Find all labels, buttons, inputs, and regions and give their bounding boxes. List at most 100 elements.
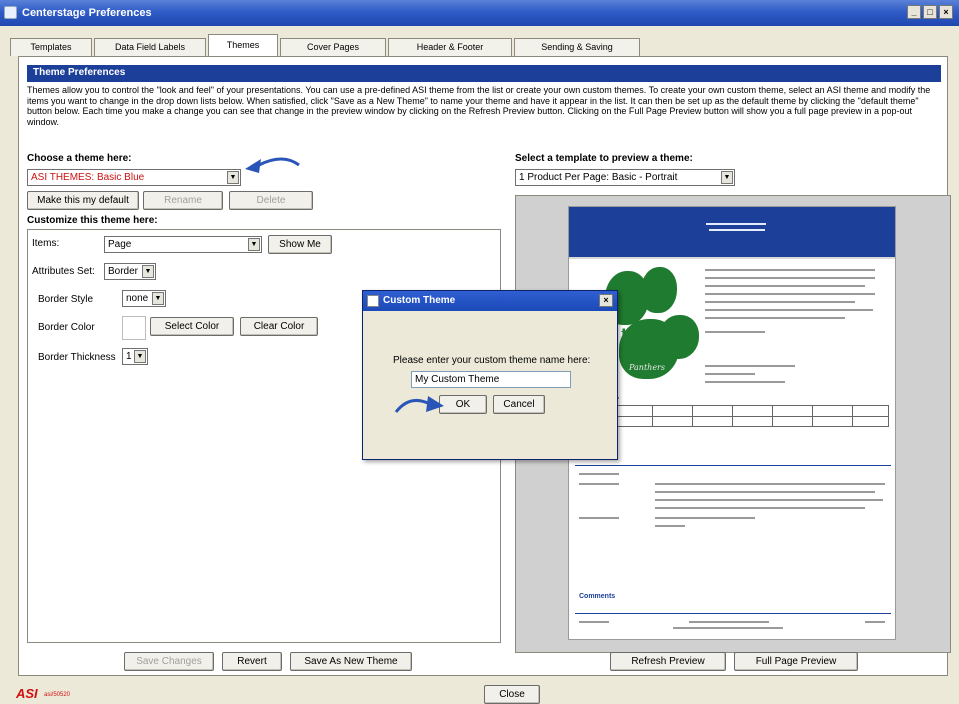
choose-theme-label: Choose a theme here: [27,153,132,164]
chevron-down-icon: ▼ [227,171,239,184]
logo-text-line1: theme [621,325,674,343]
border-style-select[interactable]: none ▼ [122,290,166,307]
footer-line [673,627,783,629]
pricing-table-cell [812,406,813,426]
close-button[interactable]: Close [484,685,540,704]
close-icon[interactable]: × [939,5,953,19]
footer-line [689,621,769,623]
asi-logo: ASI [16,686,38,701]
attributes-select-value: Border [108,266,139,277]
preview-header [569,207,895,259]
annotation-arrow-icon [245,157,300,173]
footer-divider [575,613,891,614]
description-line [705,309,873,311]
custom-theme-dialog: Custom Theme × Please enter your custom … [362,290,618,460]
spec-line [705,373,755,375]
preview-header-text [705,223,766,225]
tab-header-footer[interactable]: Header & Footer [388,38,512,56]
cancel-button[interactable]: Cancel [493,395,545,414]
rename-button[interactable]: Rename [143,191,223,210]
description-line [705,331,765,333]
refresh-preview-button[interactable]: Refresh Preview [610,652,726,671]
dialog-titlebar: Custom Theme × [363,291,617,311]
description-line [705,293,875,295]
tab-data-field-labels[interactable]: Data Field Labels [94,38,206,56]
theme-select-value: ASI THEMES: Basic Blue [31,172,145,183]
description-line [705,317,845,319]
close-icon[interactable]: × [599,294,613,307]
intro-text: Themes allow you to control the "look an… [27,85,931,127]
pricing-table-cell [772,406,773,426]
full-page-preview-button[interactable]: Full Page Preview [734,652,858,671]
template-select[interactable]: 1 Product Per Page: Basic - Portrait ▼ [515,169,735,186]
items-select-value: Page [108,239,132,250]
description-line [705,277,875,279]
spec-line [705,365,795,367]
save-changes-button[interactable]: Save Changes [124,652,214,671]
preview-divider [569,257,895,259]
description-line [705,301,855,303]
border-thickness-label: Border Thickness [38,352,116,363]
imprint-label-line [579,517,619,519]
border-color-swatch [122,316,146,340]
tab-themes[interactable]: Themes [208,34,278,56]
imprint-label-line [579,473,619,475]
logo-text-line3: Panthers [629,363,665,372]
imprint-text-line [655,517,755,519]
chevron-down-icon: ▼ [152,292,164,305]
tab-bar: Templates Data Field Labels Themes Cover… [10,34,642,56]
border-color-label: Border Color [38,322,95,333]
chevron-down-icon: ▼ [142,265,154,278]
select-color-button[interactable]: Select Color [150,317,234,336]
description-line [705,269,875,271]
spec-line [705,381,785,383]
pricing-table-cell [692,406,693,426]
theme-name-input[interactable] [411,371,571,388]
border-style-value: none [126,293,149,304]
attributes-label: Attributes Set: [32,266,95,277]
clear-color-button[interactable]: Clear Color [240,317,318,336]
tab-sending-saving[interactable]: Sending & Saving [514,38,640,56]
border-thickness-select[interactable]: 1 ▼ [122,348,148,365]
minimize-icon[interactable]: _ [907,5,921,19]
description-line [705,285,865,287]
attributes-select[interactable]: Border ▼ [104,263,156,280]
show-me-button[interactable]: Show Me [268,235,332,254]
dialog-app-icon [367,295,379,307]
imprint-label-line [579,483,619,485]
theme-select[interactable]: ASI THEMES: Basic Blue ▼ [27,169,241,186]
section-divider [575,465,891,466]
dialog-title: Custom Theme [383,295,456,306]
items-select[interactable]: Page ▼ [104,236,262,253]
template-select-value: 1 Product Per Page: Basic - Portrait [519,172,678,183]
preview-header-text [709,229,766,231]
pricing-table-cell [732,406,733,426]
make-default-button[interactable]: Make this my default [27,191,139,210]
logo-paw-icon [641,267,677,313]
window-controls: _ □ × [907,5,953,19]
chevron-down-icon: ▼ [721,171,733,184]
window-title: Centerstage Preferences [22,7,152,19]
maximize-icon[interactable]: □ [923,5,937,19]
revert-button[interactable]: Revert [222,652,282,671]
tab-templates[interactable]: Templates [10,38,92,56]
imprint-text-line [655,499,883,501]
delete-button[interactable]: Delete [229,191,313,210]
pricing-table-cell [852,406,853,426]
chevron-down-icon: ▼ [248,238,260,251]
footer-line [865,621,885,623]
imprint-text-line [655,525,685,527]
logo-text-line2: High [627,343,669,361]
border-thickness-value: 1 [126,351,132,362]
save-as-new-theme-button[interactable]: Save As New Theme [290,652,412,671]
window-titlebar: Centerstage Preferences _ □ × [0,0,959,26]
items-label: Items: [32,238,60,249]
section-header: Theme Preferences [27,65,941,82]
app-icon [4,6,17,19]
imprint-text-line [655,507,865,509]
pricing-table-cell [652,406,653,426]
chevron-down-icon: ▼ [134,350,146,363]
tab-cover-pages[interactable]: Cover Pages [280,38,386,56]
customize-label: Customize this theme here: [27,215,158,226]
pricing-table-row [572,416,888,417]
